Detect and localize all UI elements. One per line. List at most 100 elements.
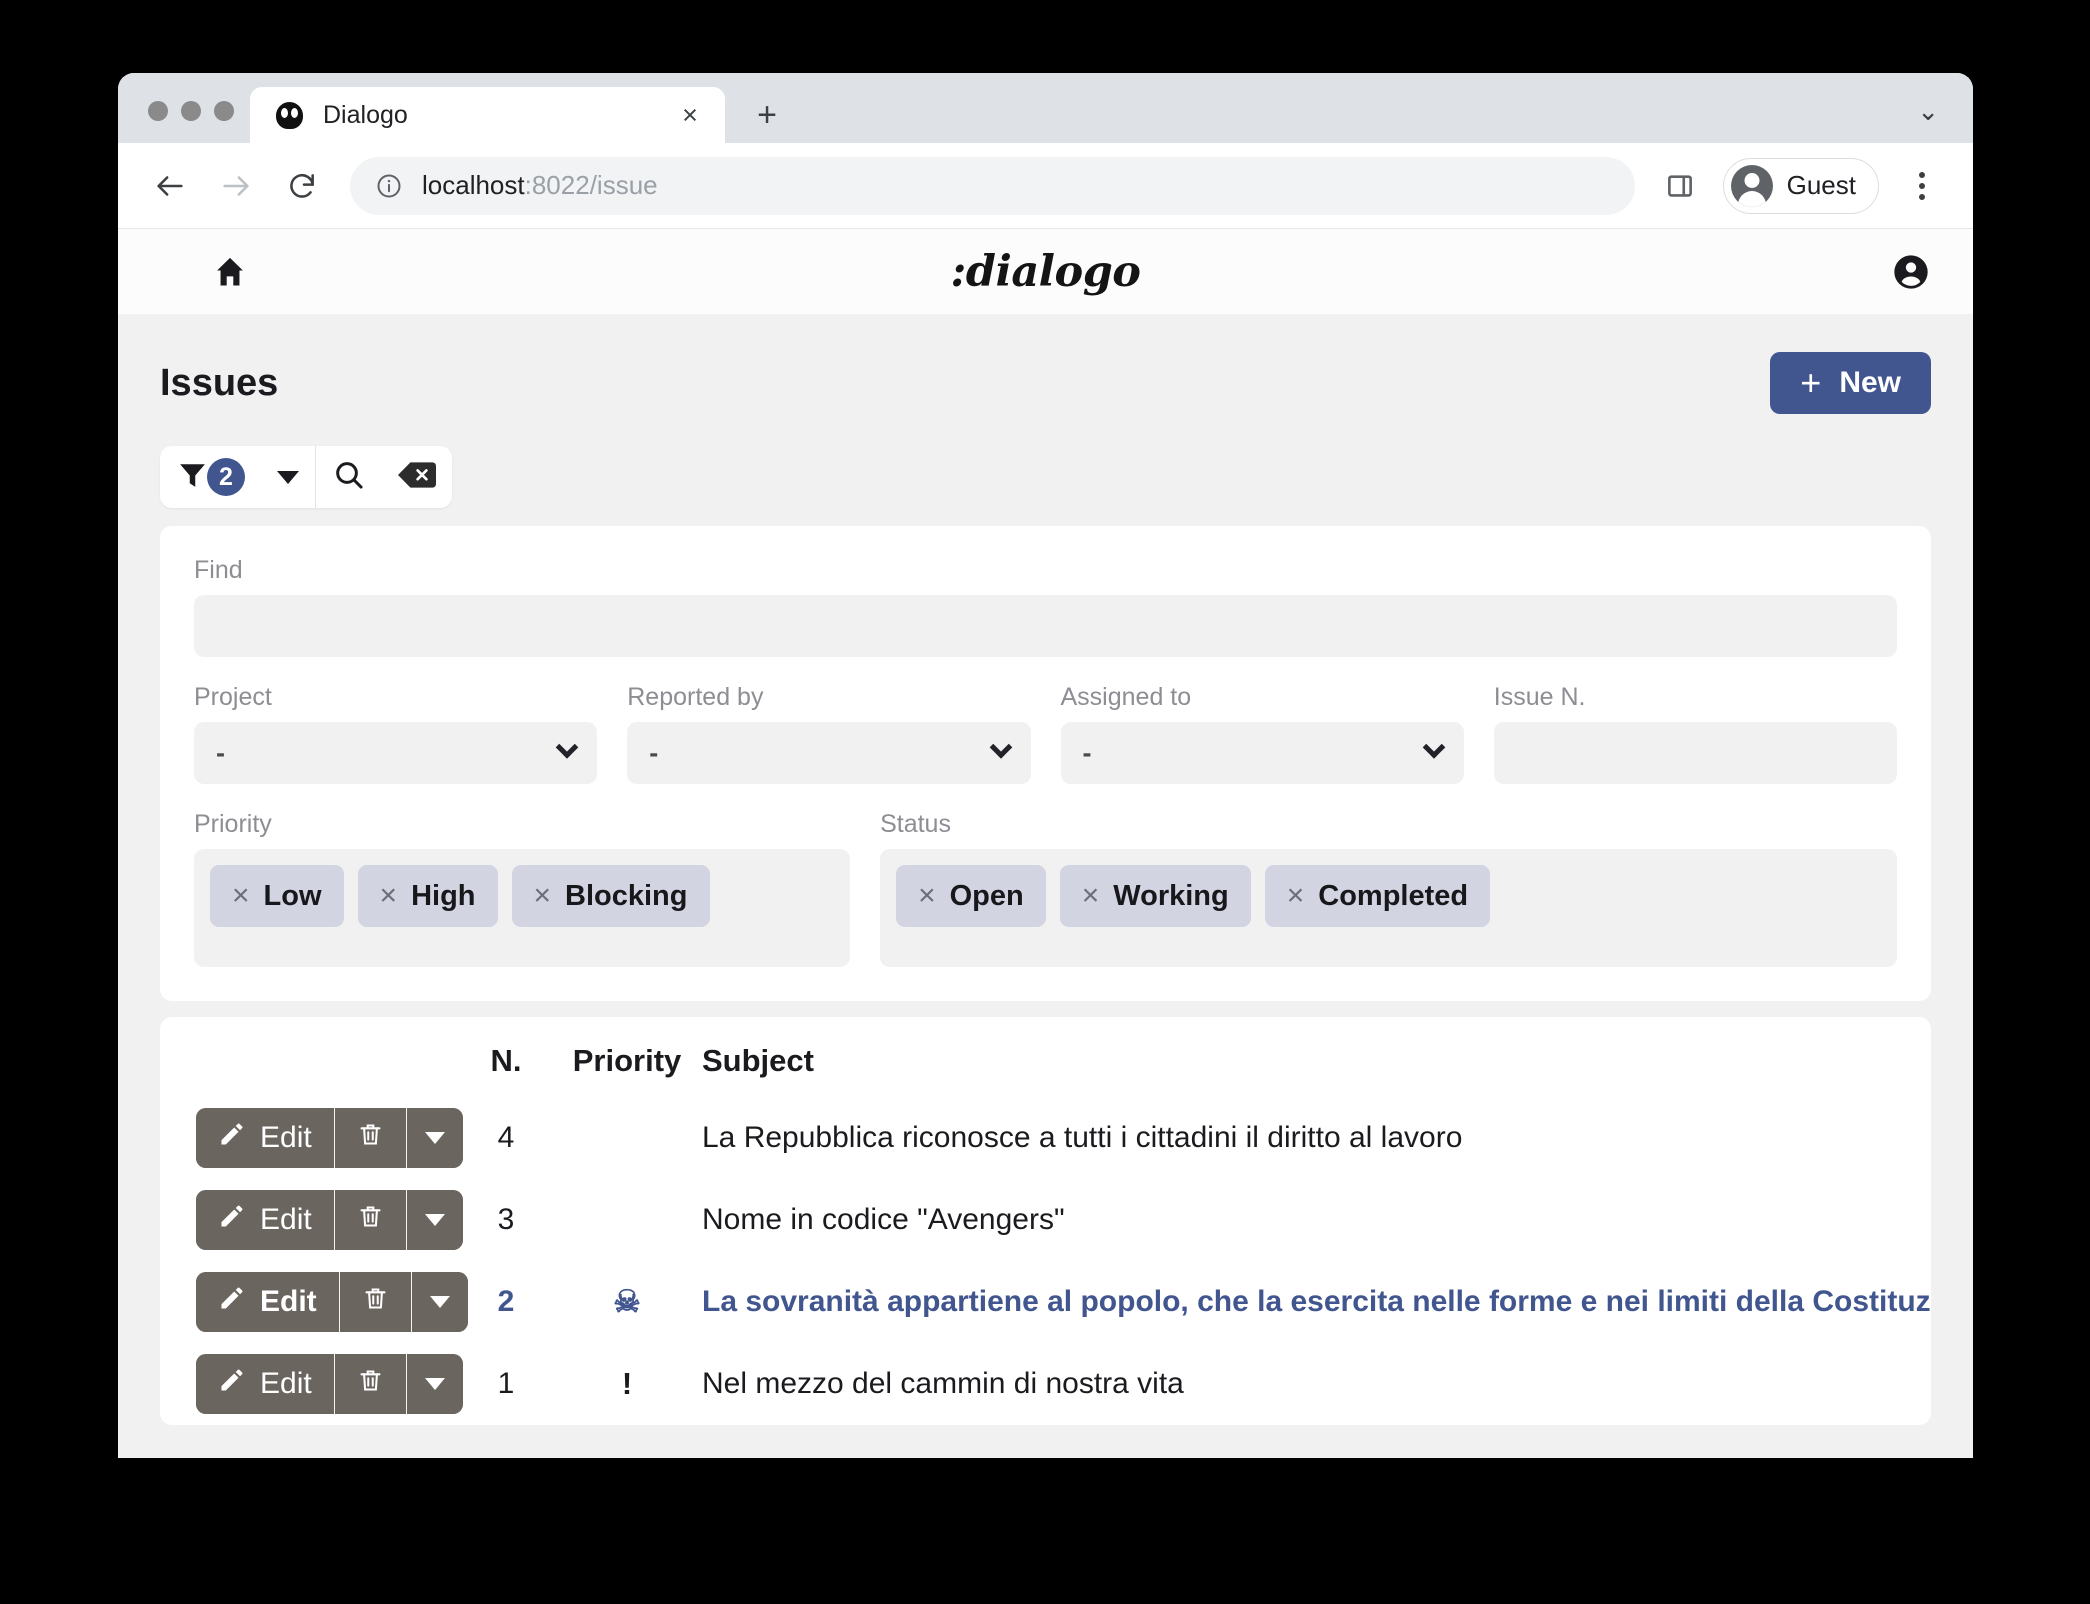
remove-chip-icon[interactable]: ×	[918, 881, 936, 911]
reported-by-select[interactable]: -	[627, 722, 1031, 784]
window-traffic-lights	[118, 101, 250, 143]
filter-chips-row: Priority × Low × High × Blocking Status …	[194, 810, 1897, 967]
address-bar-text: localhost:8022/issue	[422, 170, 658, 201]
chevron-down-icon	[555, 736, 579, 759]
chip-label: Working	[1113, 879, 1229, 912]
new-tab-button[interactable]: +	[739, 92, 795, 138]
priority-chip[interactable]: × Blocking	[511, 865, 710, 927]
caret-down-icon	[429, 1296, 450, 1308]
clear-filters-button[interactable]	[382, 446, 452, 508]
find-label: Find	[194, 556, 243, 584]
side-panel-icon[interactable]	[1659, 165, 1701, 207]
filter-dropdown-button[interactable]	[261, 446, 315, 508]
issue-number-input[interactable]	[1493, 722, 1897, 784]
caret-down-icon	[424, 1132, 445, 1144]
row-more-button[interactable]	[406, 1190, 463, 1250]
row-more-button[interactable]	[406, 1354, 463, 1414]
trash-icon	[357, 1121, 384, 1156]
chip-label: Blocking	[565, 879, 688, 912]
reload-button[interactable]	[274, 158, 330, 214]
page-content: Issues + New 2 Find Project - Reported b…	[118, 314, 1973, 1458]
find-field-group: Find	[194, 556, 1897, 657]
priority-chip[interactable]: × Low	[210, 865, 344, 927]
delete-button[interactable]	[334, 1190, 407, 1250]
profile-name: Guest	[1786, 170, 1856, 200]
delete-button[interactable]	[334, 1108, 407, 1168]
column-header-subject: Subject	[702, 1043, 814, 1078]
column-header-priority: Priority	[572, 1043, 682, 1078]
project-select[interactable]: -	[194, 722, 598, 784]
app-header: :dialogo	[118, 229, 1973, 314]
account-icon[interactable]	[1891, 252, 1931, 292]
new-issue-label: New	[1839, 366, 1901, 399]
browser-toolbar: localhost:8022/issue Guest	[118, 143, 1973, 229]
browser-menu-button[interactable]	[1899, 158, 1945, 214]
issues-table: N. Priority Subject Edit 4 La Repubblica…	[160, 1043, 1931, 1425]
status-chip[interactable]: × Open	[896, 865, 1046, 927]
edit-button[interactable]: Edit	[196, 1108, 335, 1168]
remove-chip-icon[interactable]: ×	[1287, 881, 1305, 911]
filter-selectors-row: Project - Reported by - Assigned to - Is…	[194, 683, 1897, 784]
issue-subject[interactable]: La sovranità appartiene al popolo, che l…	[702, 1261, 1931, 1343]
find-input[interactable]	[194, 595, 1897, 657]
home-icon[interactable]	[212, 254, 248, 290]
priority-chips[interactable]: × Low × High × Blocking	[194, 849, 851, 967]
issue-subject[interactable]: Nome in codice "Avengers"	[702, 1179, 1931, 1261]
profile-button[interactable]: Guest	[1722, 157, 1879, 214]
priority-chip[interactable]: × High	[357, 865, 498, 927]
backspace-clear-icon	[398, 460, 436, 495]
avatar	[1730, 164, 1773, 207]
close-tab-button[interactable]: ×	[673, 98, 707, 132]
issue-number: 1	[497, 1367, 515, 1400]
close-window-button[interactable]	[148, 101, 168, 121]
caret-down-icon	[277, 470, 299, 484]
issue-subject[interactable]: Nel mezzo del cammin di nostra vita	[702, 1343, 1931, 1425]
url-host: localhost	[422, 170, 525, 200]
row-more-button[interactable]	[411, 1272, 468, 1332]
pencil-icon	[218, 1366, 246, 1402]
project-field-group: Project -	[194, 683, 598, 784]
trash-icon	[357, 1367, 384, 1402]
caret-down-icon	[424, 1378, 445, 1390]
hamburger-icon[interactable]	[152, 264, 186, 280]
address-bar[interactable]: localhost:8022/issue	[350, 156, 1635, 215]
table-header-row: N. Priority Subject	[160, 1043, 1931, 1097]
minimize-window-button[interactable]	[181, 101, 201, 121]
remove-chip-icon[interactable]: ×	[1082, 881, 1100, 911]
site-info-icon[interactable]	[374, 171, 404, 201]
status-chip[interactable]: × Working	[1059, 865, 1251, 927]
remove-chip-icon[interactable]: ×	[380, 881, 398, 911]
row-action-group: Edit	[196, 1272, 468, 1332]
status-chip[interactable]: × Completed	[1264, 865, 1491, 927]
remove-chip-icon[interactable]: ×	[232, 881, 250, 911]
edit-button[interactable]: Edit	[196, 1354, 335, 1414]
edit-label: Edit	[260, 1203, 312, 1236]
browser-tab[interactable]: Dialogo ×	[250, 87, 725, 143]
edit-button[interactable]: Edit	[196, 1272, 340, 1332]
edit-label: Edit	[260, 1285, 317, 1318]
table-row[interactable]: Edit 2 ☠ La sovranità appartiene al popo…	[160, 1261, 1931, 1343]
app-brand: :dialogo	[950, 246, 1141, 297]
status-chips[interactable]: × Open × Working × Completed	[880, 849, 1897, 967]
priority-field-group: Priority × Low × High × Blocking	[194, 810, 851, 967]
table-row[interactable]: Edit 1 ! Nel mezzo del cammin di nostra …	[160, 1343, 1931, 1425]
forward-button[interactable]	[208, 158, 264, 214]
edit-button[interactable]: Edit	[196, 1190, 335, 1250]
maximize-window-button[interactable]	[214, 101, 234, 121]
delete-button[interactable]	[334, 1354, 407, 1414]
delete-button[interactable]	[339, 1272, 412, 1332]
row-action-group: Edit	[196, 1108, 463, 1168]
tab-list-chevron-icon[interactable]: ⌄	[1917, 96, 1973, 143]
filter-button[interactable]: 2	[160, 446, 261, 508]
search-button[interactable]	[316, 446, 382, 508]
issue-subject[interactable]: La Repubblica riconosce a tutti i cittad…	[702, 1097, 1931, 1179]
new-issue-button[interactable]: + New	[1770, 352, 1931, 414]
chip-label: High	[411, 879, 476, 912]
row-more-button[interactable]	[406, 1108, 463, 1168]
table-row[interactable]: Edit 3 Nome in codice "Avengers"	[160, 1179, 1931, 1261]
assigned-to-select[interactable]: -	[1060, 722, 1464, 784]
back-button[interactable]	[142, 158, 198, 214]
issue-number: 2	[497, 1285, 515, 1318]
remove-chip-icon[interactable]: ×	[534, 881, 552, 911]
table-row[interactable]: Edit 4 La Repubblica riconosce a tutti i…	[160, 1097, 1931, 1179]
